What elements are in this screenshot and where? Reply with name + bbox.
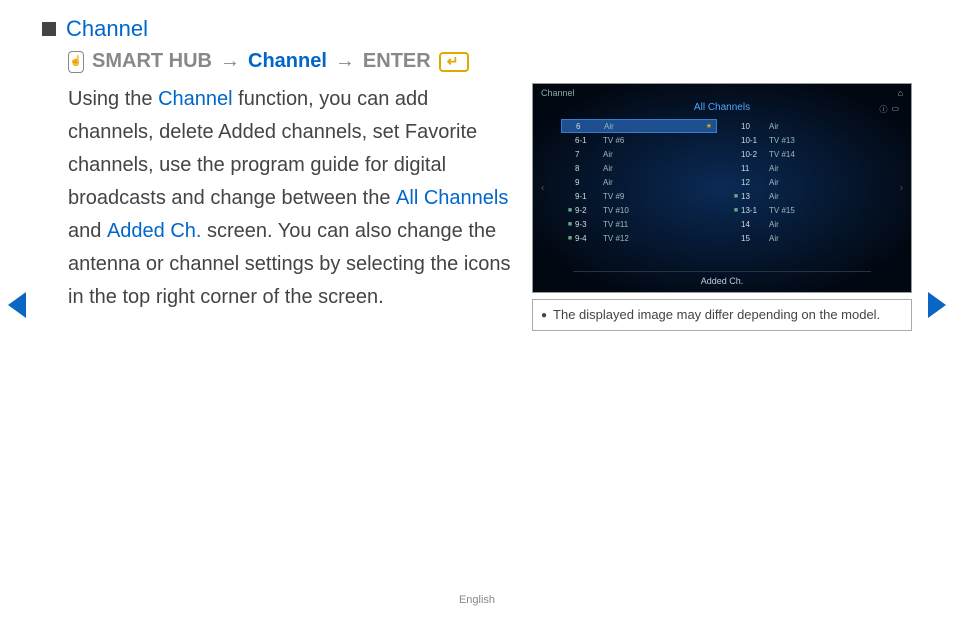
channel-number: 9-2 xyxy=(575,206,603,215)
channel-number: 13-1 xyxy=(741,206,769,215)
channel-mark-icon: ■ xyxy=(565,221,575,228)
caret-left-icon: ‹ xyxy=(541,183,544,194)
star-icon: ★ xyxy=(706,122,712,130)
channel-row: 6-1TV #6 xyxy=(561,133,717,147)
channel-row: ■13Air xyxy=(727,189,883,203)
next-page-button[interactable] xyxy=(926,290,948,320)
channel-number: 11 xyxy=(741,164,769,173)
channel-row: 10-2TV #14 xyxy=(727,147,883,161)
breadcrumb-enter: ENTER xyxy=(363,50,431,73)
channel-name: TV #11 xyxy=(603,220,713,229)
channel-row: ■13-1TV #15 xyxy=(727,203,883,217)
channel-row: 6Air★ xyxy=(561,119,717,133)
channel-number: 15 xyxy=(741,234,769,243)
channel-row: 12Air xyxy=(727,175,883,189)
caret-right-icon: › xyxy=(900,183,903,194)
channel-row: ■9-2TV #10 xyxy=(561,203,717,217)
channel-name: Air xyxy=(603,164,713,173)
note-text: The displayed image may differ depending… xyxy=(553,306,880,324)
body-text: and xyxy=(68,220,107,242)
channel-number: 12 xyxy=(741,178,769,187)
channel-name: TV #10 xyxy=(603,206,713,215)
channel-number: 6-1 xyxy=(575,136,603,145)
channel-row: 15Air xyxy=(727,231,883,245)
channel-row: 10Air xyxy=(727,119,883,133)
channel-number: 6 xyxy=(576,122,604,131)
tv-top-right-icons: ⓘ ▭ xyxy=(879,104,899,115)
channel-row: ■9-4TV #12 xyxy=(561,231,717,245)
channel-name: Air xyxy=(769,192,879,201)
channel-row: 9-1TV #9 xyxy=(561,189,717,203)
channel-name: Air xyxy=(769,164,879,173)
link-channel: Channel xyxy=(158,88,233,110)
channel-mark-icon: ■ xyxy=(565,235,575,242)
channel-name: TV #6 xyxy=(603,136,713,145)
prev-page-button[interactable] xyxy=(6,290,28,320)
channel-number: 7 xyxy=(575,150,603,159)
channel-row: ■9-3TV #11 xyxy=(561,217,717,231)
channel-name: TV #14 xyxy=(769,150,879,159)
smart-hub-icon xyxy=(68,51,84,73)
section-bullet-icon xyxy=(42,22,56,36)
channel-name: Air xyxy=(769,178,879,187)
channel-name: Air xyxy=(769,220,879,229)
enter-icon xyxy=(439,52,469,72)
channel-row: 10-1TV #13 xyxy=(727,133,883,147)
channel-row: 8Air xyxy=(561,161,717,175)
breadcrumb-smart-hub: SMART HUB xyxy=(92,50,212,73)
channel-column-b: 10Air10-1TV #1310-2TV #1411Air12Air■13Ai… xyxy=(727,119,883,245)
channel-mark-icon: ■ xyxy=(565,207,575,214)
link-added-ch: Added Ch. xyxy=(107,220,202,242)
channel-number: 8 xyxy=(575,164,603,173)
channel-row: 9Air xyxy=(561,175,717,189)
antenna-icon: ▭ xyxy=(891,104,899,115)
channel-name: Air xyxy=(769,122,879,131)
channel-number: 10-1 xyxy=(741,136,769,145)
channel-name: TV #9 xyxy=(603,192,713,201)
channel-number: 9-3 xyxy=(575,220,603,229)
tv-window-title: Channel xyxy=(541,88,575,98)
tv-screenshot: Channel ⌂ All Channels ⓘ ▭ ‹ › 6Air★6-1T… xyxy=(532,83,912,293)
breadcrumb-channel: Channel xyxy=(248,50,327,73)
channel-number: 10 xyxy=(741,122,769,131)
body-text: Using the xyxy=(68,88,158,110)
channel-name: Air xyxy=(603,150,713,159)
home-icon: ⌂ xyxy=(898,88,903,98)
channel-mark-icon: ■ xyxy=(731,207,741,214)
note-box: ● The displayed image may differ dependi… xyxy=(532,299,912,331)
channel-number: 10-2 xyxy=(741,150,769,159)
body-paragraph: Using the Channel function, you can add … xyxy=(68,83,512,331)
channel-name: TV #13 xyxy=(769,136,879,145)
channel-number: 9 xyxy=(575,178,603,187)
channel-column-a: 6Air★6-1TV #67Air8Air9Air9-1TV #9■9-2TV … xyxy=(561,119,717,245)
channel-number: 9-1 xyxy=(575,192,603,201)
arrow-right-icon: → xyxy=(220,50,240,73)
channel-number: 13 xyxy=(741,192,769,201)
info-icon: ⓘ xyxy=(879,104,887,115)
channel-row: 7Air xyxy=(561,147,717,161)
tv-tab-all-channels: All Channels xyxy=(533,84,911,113)
footer-language: English xyxy=(0,594,954,606)
channel-name: Air xyxy=(604,122,704,131)
breadcrumb: SMART HUB → Channel → ENTER xyxy=(68,50,912,73)
arrow-right-icon: → xyxy=(335,50,355,73)
channel-number: 9-4 xyxy=(575,234,603,243)
channel-name: Air xyxy=(769,234,879,243)
channel-mark-icon: ■ xyxy=(731,193,741,200)
channel-row: 14Air xyxy=(727,217,883,231)
link-all-channels: All Channels xyxy=(396,187,508,209)
tv-tab-added-ch: Added Ch. xyxy=(701,276,744,286)
channel-number: 14 xyxy=(741,220,769,229)
channel-name: Air xyxy=(603,178,713,187)
bullet-icon: ● xyxy=(541,306,547,324)
channel-name: TV #12 xyxy=(603,234,713,243)
channel-name: TV #15 xyxy=(769,206,879,215)
section-heading: Channel xyxy=(66,16,148,42)
channel-row: 11Air xyxy=(727,161,883,175)
